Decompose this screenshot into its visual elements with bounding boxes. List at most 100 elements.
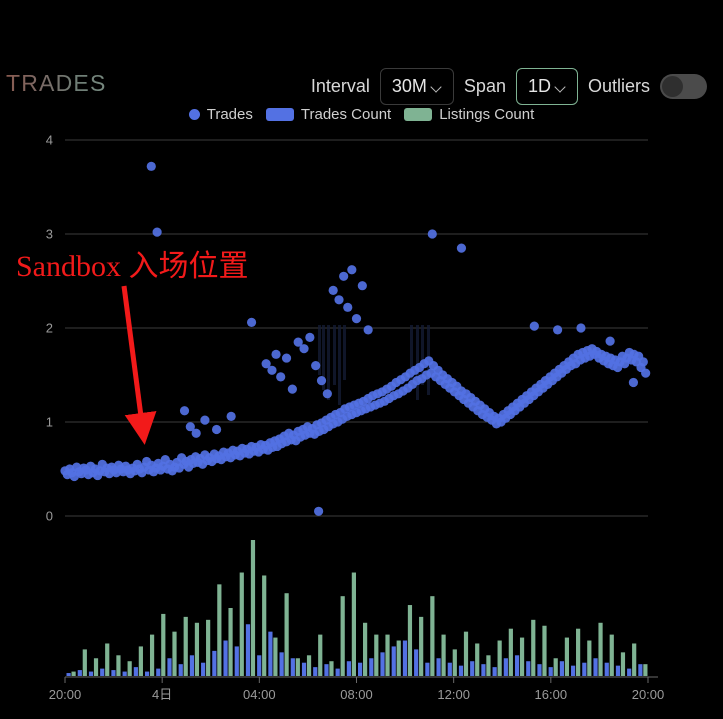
scatter-point[interactable] <box>347 265 357 275</box>
bar-listings-count[interactable] <box>385 634 390 676</box>
bar-trades-count[interactable] <box>234 646 239 676</box>
bar-trades-count[interactable] <box>268 631 273 676</box>
bar-listings-count[interactable] <box>82 649 87 676</box>
bar-listings-count[interactable] <box>217 584 222 676</box>
bar-listings-count[interactable] <box>239 572 244 676</box>
bar-trades-count[interactable] <box>627 668 632 676</box>
scatter-point[interactable] <box>152 227 162 237</box>
bar-listings-count[interactable] <box>183 616 188 676</box>
scatter-point[interactable] <box>605 336 615 346</box>
bar-listings-count[interactable] <box>250 540 256 676</box>
scatter-point[interactable] <box>576 323 586 333</box>
scatter-point[interactable] <box>553 325 563 335</box>
bar-trades-count[interactable] <box>100 668 105 676</box>
scatter-point[interactable] <box>305 332 315 342</box>
scatter-point[interactable] <box>322 389 332 399</box>
bar-listings-count[interactable] <box>363 622 368 676</box>
bar-listings-count[interactable] <box>564 637 570 676</box>
bar-trades-count[interactable] <box>414 649 419 676</box>
bar-listings-count[interactable] <box>351 572 356 676</box>
bar-listings-count[interactable] <box>542 625 547 676</box>
bar-trades-count[interactable] <box>447 662 452 676</box>
bar-trades-count[interactable] <box>436 658 441 676</box>
bar-trades-count[interactable] <box>425 662 430 676</box>
bar-trades-count[interactable] <box>66 673 71 676</box>
bar-listings-count[interactable] <box>105 643 110 676</box>
bar-trades-count[interactable] <box>167 658 172 676</box>
bar-trades-count[interactable] <box>571 665 576 676</box>
scatter-point[interactable] <box>638 357 648 367</box>
bar-listings-count[interactable] <box>340 596 345 676</box>
bar-trades-count[interactable] <box>313 667 318 676</box>
bar-listings-count[interactable] <box>632 643 637 676</box>
bar-listings-count[interactable] <box>262 575 267 676</box>
scatter-point[interactable] <box>200 415 210 425</box>
bar-listings-count[interactable] <box>206 619 211 676</box>
bar-trades-count[interactable] <box>245 624 251 676</box>
bar-listings-count[interactable] <box>430 596 435 676</box>
scatter-point[interactable] <box>357 281 367 291</box>
bar-trades-count[interactable] <box>559 661 565 676</box>
bar-listings-count[interactable] <box>295 658 300 676</box>
scatter-point[interactable] <box>641 368 651 378</box>
bar-listings-count[interactable] <box>452 649 457 676</box>
bar-listings-count[interactable] <box>374 634 379 676</box>
bar-listings-count[interactable] <box>396 640 401 676</box>
bar-listings-count[interactable] <box>519 637 525 676</box>
scatter-point[interactable] <box>427 229 437 239</box>
bar-trades-count[interactable] <box>537 664 542 676</box>
scatter-point[interactable] <box>343 302 353 312</box>
scatter-point[interactable] <box>351 314 362 324</box>
bar-listings-count[interactable] <box>138 646 143 676</box>
scatter-point[interactable] <box>246 317 257 327</box>
bar-trades-count[interactable] <box>223 640 228 676</box>
bar-listings-count[interactable] <box>497 640 502 676</box>
scatter-point[interactable] <box>311 361 321 371</box>
bar-trades-count[interactable] <box>189 655 195 676</box>
bar-trades-count[interactable] <box>369 658 374 676</box>
bar-trades-count[interactable] <box>526 661 531 676</box>
bar-trades-count[interactable] <box>122 671 127 676</box>
bar-trades-count[interactable] <box>133 667 138 676</box>
scatter-point[interactable] <box>456 243 467 253</box>
bar-listings-count[interactable] <box>553 658 558 676</box>
scatter-point[interactable] <box>328 285 338 295</box>
bar-trades-count[interactable] <box>88 671 94 676</box>
bar-trades-count[interactable] <box>324 664 329 676</box>
scatter-point[interactable] <box>146 161 156 171</box>
bar-trades-count[interactable] <box>402 640 408 676</box>
bar-trades-count[interactable] <box>391 646 396 676</box>
scatter-point[interactable] <box>226 411 236 421</box>
bar-trades-count[interactable] <box>582 662 587 676</box>
scatter-point[interactable] <box>276 372 286 382</box>
bar-listings-count[interactable] <box>620 652 626 676</box>
bar-trades-count[interactable] <box>111 670 116 676</box>
bar-trades-count[interactable] <box>503 658 508 676</box>
bar-listings-count[interactable] <box>172 631 177 676</box>
bar-trades-count[interactable] <box>638 664 643 676</box>
bar-trades-count[interactable] <box>201 662 206 676</box>
scatter-point[interactable] <box>267 365 277 375</box>
bar-trades-count[interactable] <box>77 670 82 676</box>
bar-trades-count[interactable] <box>346 661 351 676</box>
bar-listings-count[interactable] <box>598 622 603 676</box>
bar-listings-count[interactable] <box>71 671 76 676</box>
scatter-point[interactable] <box>299 344 309 354</box>
bar-listings-count[interactable] <box>284 593 289 676</box>
bar-listings-count[interactable] <box>441 634 446 676</box>
bar-trades-count[interactable] <box>492 667 497 676</box>
scatter-point[interactable] <box>334 295 344 305</box>
bar-trades-count[interactable] <box>593 658 598 676</box>
bar-trades-count[interactable] <box>257 655 262 676</box>
bar-listings-count[interactable] <box>419 616 424 676</box>
bar-listings-count[interactable] <box>116 655 121 676</box>
bar-trades-count[interactable] <box>470 661 475 676</box>
bar-listings-count[interactable] <box>508 628 513 676</box>
bar-listings-count[interactable] <box>149 634 155 676</box>
bar-trades-count[interactable] <box>458 665 464 676</box>
bar-listings-count[interactable] <box>273 637 278 676</box>
scatter-point[interactable] <box>339 271 349 281</box>
bar-listings-count[interactable] <box>475 643 480 676</box>
scatter-point[interactable] <box>281 353 292 363</box>
bar-trades-count[interactable] <box>380 652 385 676</box>
